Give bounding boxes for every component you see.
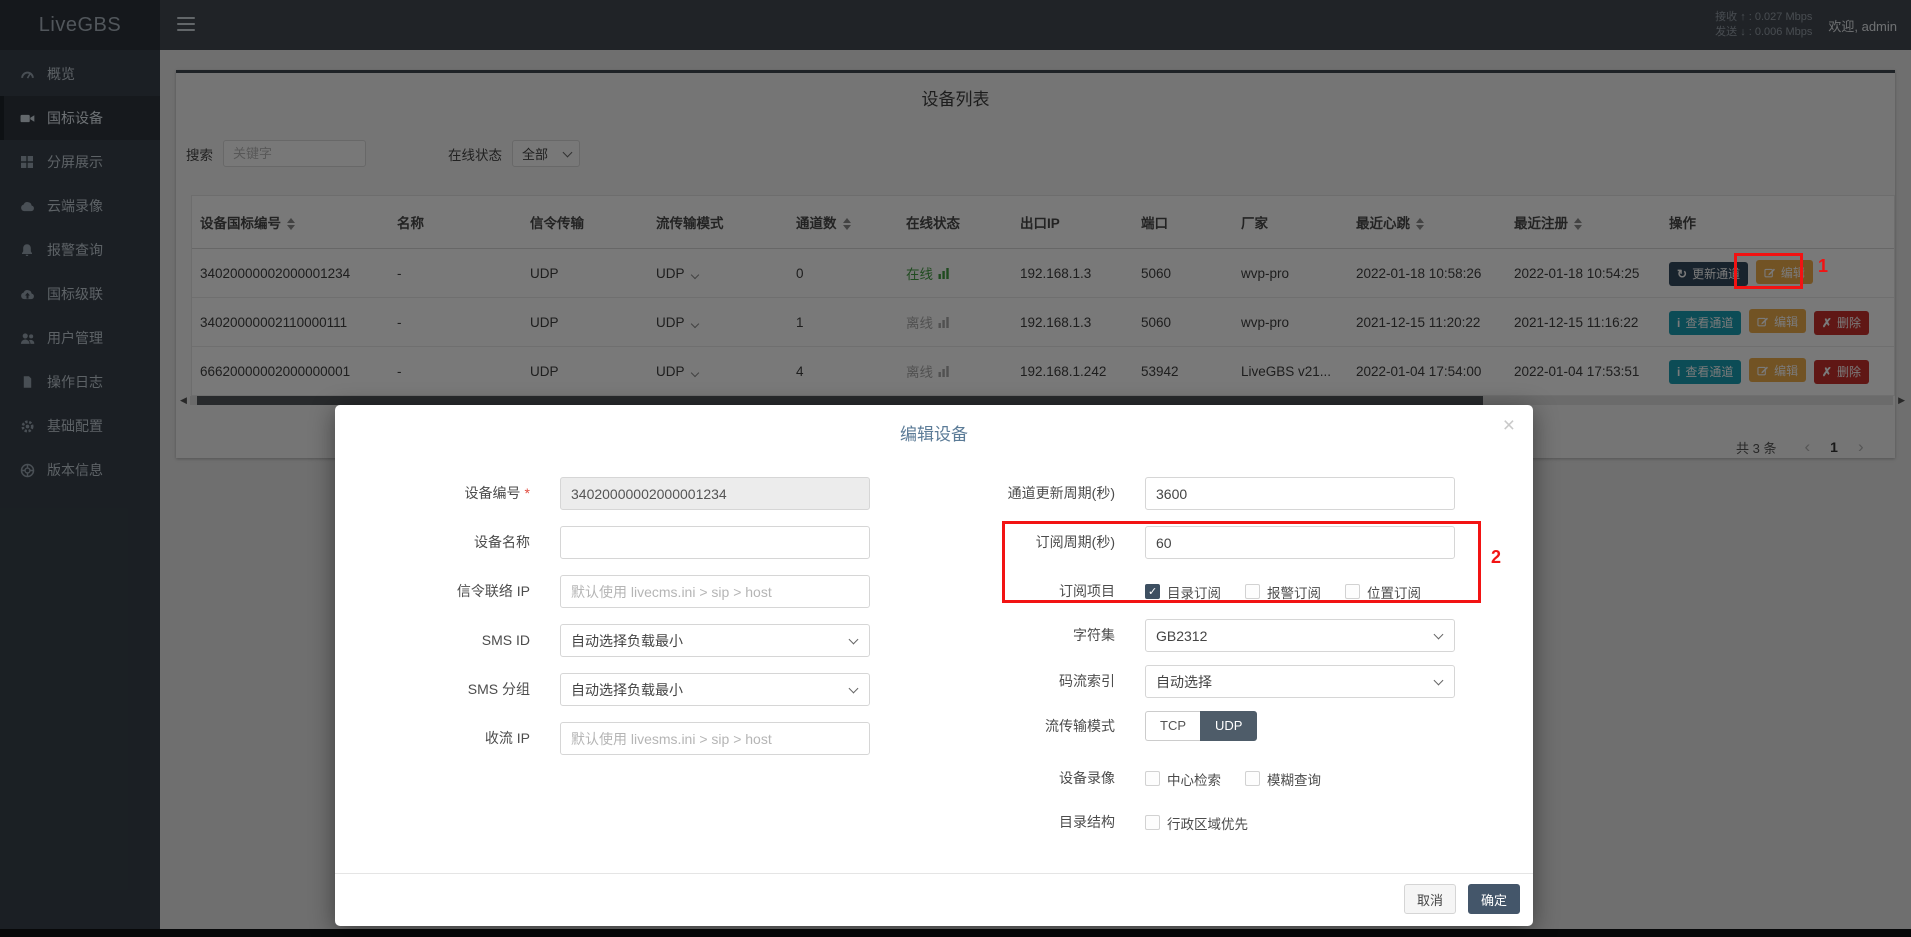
signal-ip-field[interactable] [560,575,870,608]
annotation-box-2 [1002,521,1481,603]
cancel-button[interactable]: 取消 [1404,884,1456,914]
fuzzy-query-checkbox[interactable]: 模糊查询 [1245,769,1321,789]
recv-ip-label: 收流 IP [335,722,530,755]
channel-period-label: 通道更新周期(秒) [935,477,1115,510]
sms-id-select[interactable]: 自动选择负载最小 [560,624,870,657]
sms-group-select[interactable]: 自动选择负载最小 [560,673,870,706]
chevron-down-icon [849,683,859,693]
annotation-box-1 [1734,253,1803,289]
signal-ip-label: 信令联络 IP [335,575,530,608]
chevron-down-icon [849,634,859,644]
modal-title: 编辑设备 [335,420,1533,445]
edit-device-modal: 编辑设备 × 设备编号* 设备名称 信令联络 IP SMS ID 自动选择负载最… [335,405,1533,926]
checkbox-icon [1145,815,1160,830]
stream-mode-toggle: TCP UDP [1145,711,1257,741]
sms-id-label: SMS ID [335,624,530,657]
stream-index-select[interactable]: 自动选择 [1145,665,1455,698]
checkbox-icon [1245,771,1260,786]
device-id-label: 设备编号* [335,477,530,510]
modal-footer: 取消 确定 [335,873,1533,927]
udp-option[interactable]: UDP [1200,711,1257,741]
device-id-field [560,477,870,510]
dir-structure-label: 目录结构 [935,806,1115,839]
charset-select[interactable]: GB2312 [1145,619,1455,652]
stream-mode-label: 流传输模式 [935,710,1115,743]
device-record-group: 中心检索 模糊查询 [1145,762,1321,795]
recv-ip-field[interactable] [560,722,870,755]
chevron-down-icon [1434,675,1444,685]
confirm-button[interactable]: 确定 [1468,884,1520,914]
device-name-label: 设备名称 [335,526,530,559]
chevron-down-icon [1434,629,1444,639]
sms-group-label: SMS 分组 [335,673,530,706]
stream-index-label: 码流索引 [935,665,1115,698]
channel-period-field[interactable] [1145,477,1455,510]
checkbox-icon [1145,771,1160,786]
tcp-option[interactable]: TCP [1145,711,1200,741]
dir-structure-group: 行政区域优先 [1145,806,1248,839]
charset-label: 字符集 [935,619,1115,652]
annotation-number-2: 2 [1491,547,1501,568]
center-search-checkbox[interactable]: 中心检索 [1145,769,1221,789]
close-icon[interactable]: × [1503,415,1515,436]
device-name-field[interactable] [560,526,870,559]
device-record-label: 设备录像 [935,762,1115,795]
annotation-number-1: 1 [1818,256,1828,277]
required-asterisk: * [525,485,530,501]
admin-region-priority-checkbox[interactable]: 行政区域优先 [1145,813,1248,833]
